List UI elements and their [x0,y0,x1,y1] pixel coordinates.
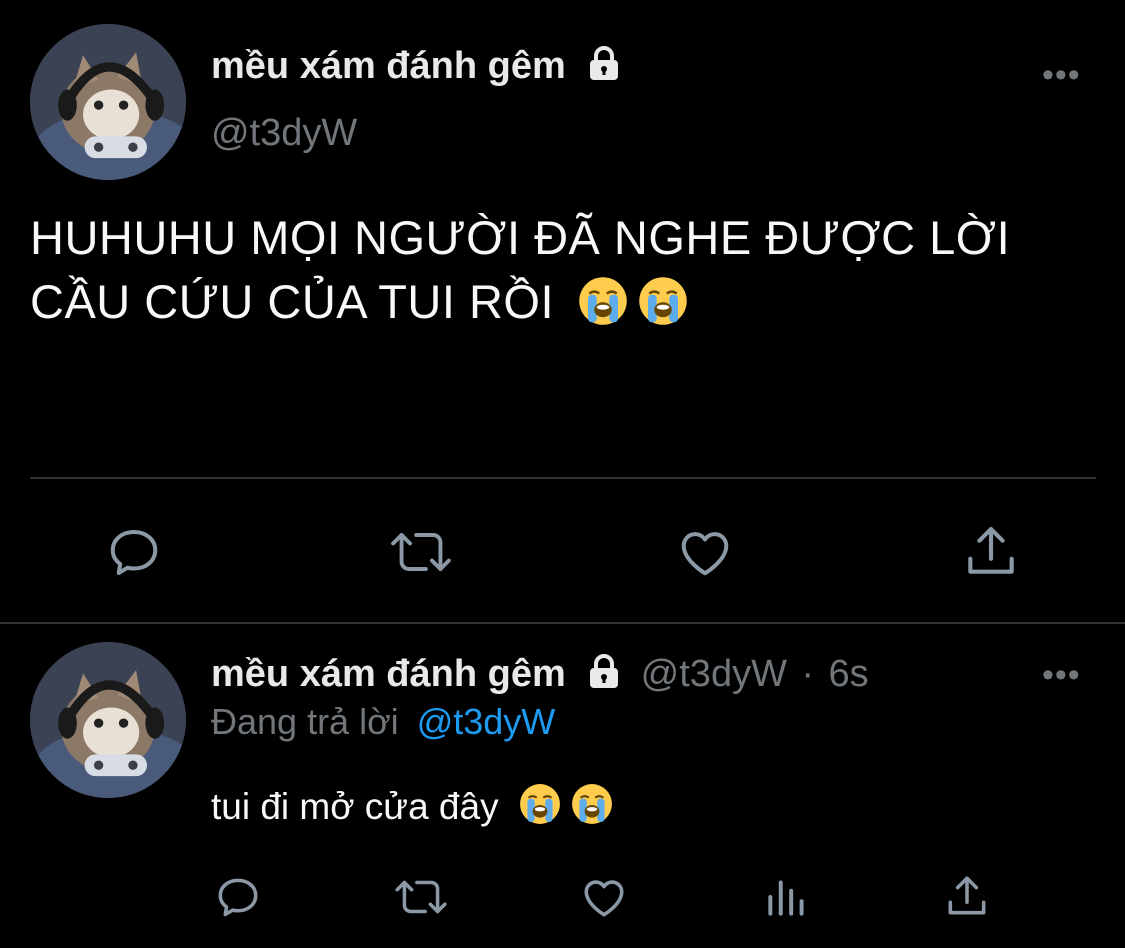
mention-link[interactable]: @t3dyW [417,701,556,742]
tweet-body: HUHUHU MỌI NGƯỜI ĐÃ NGHE ĐƯỢC LỜI CẦU CỨ… [30,211,1011,328]
timestamp[interactable]: 6s [829,653,869,695]
more-options-icon[interactable]: ••• [1042,658,1081,692]
share-icon[interactable] [960,520,1022,582]
more-options-icon[interactable]: ••• [1042,58,1081,92]
loudly-crying-face-icon [638,276,688,326]
display-name[interactable]: mều xám đánh gêm [211,45,566,87]
separator-dot: · [801,653,815,695]
divider [0,622,1125,624]
divider [30,477,1096,479]
cat-avatar-image [30,24,186,180]
handle[interactable]: @t3dyW [641,653,787,695]
retweet-icon[interactable] [392,872,450,922]
handle[interactable]: @t3dyW [211,112,357,155]
loudly-crying-face-icon [571,783,613,825]
reply-icon[interactable] [213,872,263,922]
loudly-crying-face-icon [578,276,628,326]
lock-icon [584,44,624,84]
avatar[interactable] [30,642,186,798]
avatar[interactable] [30,24,186,180]
reply-icon[interactable] [104,522,164,582]
cat-avatar-image [30,642,186,798]
share-icon[interactable] [942,870,992,922]
replying-prefix: Đang trả lời [211,701,399,742]
like-icon[interactable] [674,522,736,582]
replying-to: Đang trả lời @t3dyW [211,701,555,743]
lock-icon [584,652,624,692]
tweet-text: HUHUHU MỌI NGƯỜI ĐÃ NGHE ĐƯỢC LỜI CẦU CỨ… [30,206,1115,334]
reply-text: tui đi mở cửa đây [211,783,613,828]
loudly-crying-face-icon [519,783,561,825]
like-icon[interactable] [578,872,630,922]
retweet-icon[interactable] [387,522,455,582]
display-name[interactable]: mều xám đánh gêm [211,653,566,695]
analytics-icon[interactable] [762,872,812,922]
author-name-row: mều xám đánh gêm [211,44,624,88]
author-name-row: mều xám đánh gêm @t3dyW · 6s [211,652,869,696]
reply-body: tui đi mở cửa đây [211,786,499,827]
